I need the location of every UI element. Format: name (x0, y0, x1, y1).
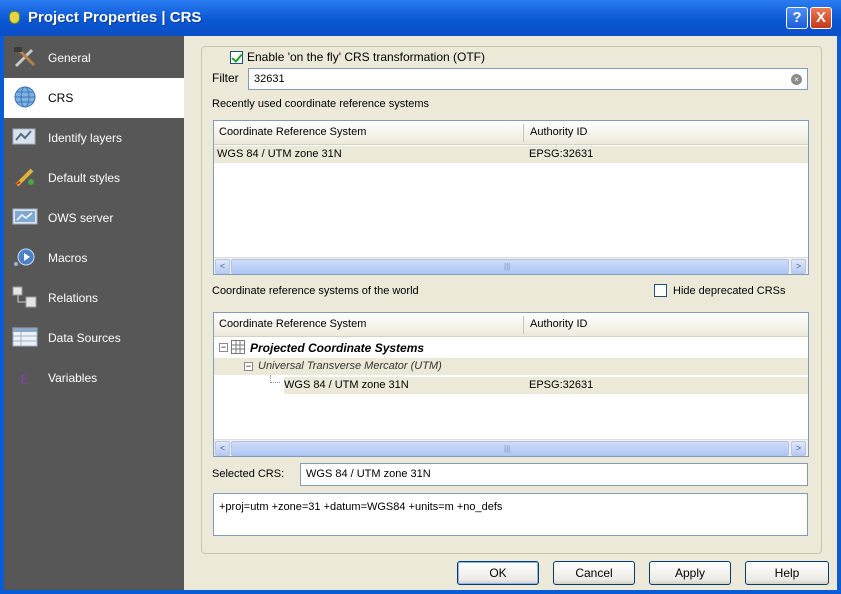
sidebar-item-relations[interactable]: Relations (4, 278, 184, 318)
recent-crs-header: Coordinate Reference System Authority ID (214, 121, 808, 145)
sidebar-item-macros[interactable]: Macros (4, 238, 184, 278)
scroll-left-icon[interactable]: < (215, 259, 230, 274)
qgis-logo-icon (9, 11, 20, 24)
tree-connector (270, 375, 280, 383)
collapse-icon[interactable]: − (244, 362, 253, 371)
sidebar-item-variables[interactable]: ε Variables (4, 358, 184, 398)
sidebar-item-default-styles[interactable]: Default styles (4, 158, 184, 198)
grip-icon: ||| (504, 444, 511, 453)
sidebar-item-label: Macros (48, 251, 88, 265)
col-crs[interactable]: Coordinate Reference System (219, 126, 366, 138)
scroll-left-icon[interactable]: < (215, 441, 230, 456)
apply-button[interactable]: Apply (649, 561, 731, 585)
sidebar-item-label: General (48, 51, 91, 65)
tree-node-label: Universal Transverse Mercator (UTM) (258, 360, 442, 372)
sidebar-item-label: Default styles (48, 171, 121, 185)
world-crs-label: Coordinate reference systems of the worl… (212, 285, 419, 297)
filter-input[interactable]: 32631 × (248, 68, 808, 90)
sidebar-item-label: Data Sources (48, 331, 121, 345)
selected-crs-field[interactable]: WGS 84 / UTM zone 31N (300, 463, 808, 486)
otf-checkbox[interactable] (230, 50, 243, 64)
globe-icon (14, 86, 36, 108)
title-bar[interactable]: Project Properties | CRS ? X (0, 0, 841, 36)
ows-server-icon (12, 208, 38, 225)
world-crs-tree[interactable]: Coordinate Reference System Authority ID… (213, 312, 809, 457)
leaf-crs: WGS 84 / UTM zone 31N (284, 379, 409, 391)
col-crs[interactable]: Coordinate Reference System (219, 318, 366, 330)
help-button[interactable]: Help (745, 561, 829, 585)
selected-crs-value: WGS 84 / UTM zone 31N (306, 468, 431, 480)
tree-leaf-selected[interactable]: WGS 84 / UTM zone 31N EPSG:32631 (284, 377, 808, 394)
world-crs-header: Coordinate Reference System Authority ID (214, 313, 808, 337)
sidebar-item-label: CRS (48, 91, 74, 105)
row-crs: WGS 84 / UTM zone 31N (217, 148, 342, 160)
sidebar-item-label: Relations (48, 291, 99, 305)
sidebar: General CRS Identify layers Default styl… (4, 36, 184, 590)
grip-icon: ||| (504, 262, 511, 271)
sidebar-item-label: Variables (48, 371, 98, 385)
paint-brush-icon (14, 168, 34, 187)
grid-icon (231, 340, 245, 354)
identify-layers-icon (12, 128, 36, 145)
ok-button[interactable]: OK (457, 561, 539, 585)
column-separator (523, 316, 524, 334)
proj-string-box[interactable]: +proj=utm +zone=31 +datum=WGS84 +units=m… (213, 493, 808, 536)
world-horizontal-scrollbar[interactable]: < ||| > (214, 439, 808, 456)
close-title-button[interactable]: X (810, 7, 832, 29)
filter-label: Filter (212, 71, 239, 85)
leaf-authority: EPSG:32631 (529, 379, 594, 391)
crs-panel: Enable 'on the fly' CRS transformation (… (184, 36, 837, 590)
data-sources-table-icon (12, 327, 38, 347)
otf-checkbox-row[interactable]: Enable 'on the fly' CRS transformation (… (226, 50, 490, 64)
window-title: Project Properties | CRS (28, 9, 202, 26)
selected-crs-label: Selected CRS: (212, 468, 285, 480)
tree-node-utm[interactable]: − Universal Transverse Mercator (UTM) (214, 358, 808, 375)
hide-deprecated-checkbox[interactable] (654, 284, 667, 297)
otf-label: Enable 'on the fly' CRS transformation (… (247, 50, 486, 64)
recent-crs-label: Recently used coordinate reference syste… (212, 98, 430, 110)
filter-value: 32631 (254, 73, 285, 85)
recent-horizontal-scrollbar[interactable]: < ||| > (214, 257, 808, 274)
sidebar-item-ows-server[interactable]: OWS server (4, 198, 184, 238)
cancel-button[interactable]: Cancel (553, 561, 635, 585)
help-title-button[interactable]: ? (786, 7, 808, 29)
sidebar-item-general[interactable]: General (4, 38, 184, 78)
proj-string-text: +proj=utm +zone=31 +datum=WGS84 +units=m… (219, 501, 503, 513)
column-separator (523, 124, 524, 142)
wrench-hammer-icon (14, 47, 36, 68)
variables-epsilon-icon: ε (20, 367, 28, 388)
relations-icon (12, 286, 37, 308)
tree-root-projected[interactable]: Projected Coordinate Systems (250, 341, 424, 355)
hide-deprecated-row[interactable]: Hide deprecated CRSs (654, 284, 786, 297)
project-properties-window: Project Properties | CRS ? X General CRS (0, 0, 841, 594)
clear-filter-icon[interactable]: × (791, 74, 802, 85)
recent-crs-table[interactable]: Coordinate Reference System Authority ID… (213, 120, 809, 275)
row-authority: EPSG:32631 (529, 148, 594, 160)
col-authority-id[interactable]: Authority ID (530, 126, 587, 138)
col-authority-id[interactable]: Authority ID (530, 318, 587, 330)
macro-play-icon (14, 248, 35, 266)
sidebar-item-label: OWS server (48, 211, 114, 225)
table-row[interactable]: WGS 84 / UTM zone 31N EPSG:32631 (214, 146, 808, 163)
svg-text:ε: ε (20, 367, 28, 388)
scroll-right-icon[interactable]: > (791, 441, 806, 456)
sidebar-item-data-sources[interactable]: Data Sources (4, 318, 184, 358)
sidebar-item-label: Identify layers (48, 131, 123, 145)
collapse-icon[interactable]: − (219, 343, 228, 352)
scroll-right-icon[interactable]: > (791, 259, 806, 274)
sidebar-item-identify-layers[interactable]: Identify layers (4, 118, 184, 158)
sidebar-item-crs[interactable]: CRS (4, 78, 184, 118)
hide-deprecated-label: Hide deprecated CRSs (673, 284, 786, 297)
